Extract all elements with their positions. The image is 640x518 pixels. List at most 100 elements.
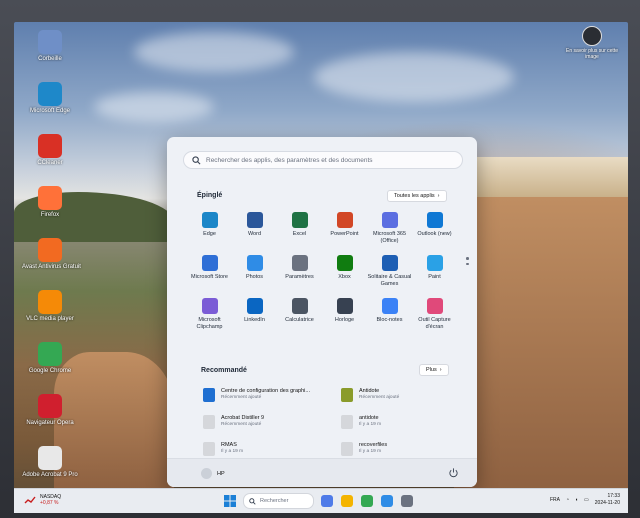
all-apps-button[interactable]: Toutes les applis › <box>387 190 447 202</box>
clock-date: 2024-11-20 <box>594 499 620 506</box>
pinned-app[interactable]: Solitaire & Casual Games <box>367 255 412 287</box>
settings-icon[interactable] <box>401 495 413 507</box>
chrome-icon[interactable] <box>361 495 373 507</box>
desktop-icon[interactable]: Firefox <box>22 186 78 219</box>
recommended-title: RMAS <box>221 442 237 448</box>
recommended-item[interactable]: RMAS Il y a 19 m <box>203 442 243 456</box>
pinned-app[interactable]: Word <box>232 212 277 244</box>
vlc-icon <box>38 290 62 314</box>
wallpaper-cloud <box>94 92 214 122</box>
pinned-app[interactable]: Paramètres <box>277 255 322 287</box>
settings-icon <box>291 255 308 271</box>
pinned-app[interactable]: Horloge <box>322 298 367 330</box>
file-icon <box>341 442 353 456</box>
pinned-app[interactable]: LinkedIn <box>232 298 277 330</box>
stock-change: +0,87 % <box>40 500 59 506</box>
wallpaper-cloud <box>134 32 294 72</box>
desktop-icon[interactable]: Google Chrome <box>22 342 78 375</box>
file-explorer-icon[interactable] <box>341 495 353 507</box>
chart-up-icon <box>24 496 36 504</box>
recommended-subtitle: Récemment ajouté <box>221 422 262 427</box>
volume-icon[interactable]: ◖ <box>575 497 578 503</box>
avast-icon <box>38 238 62 262</box>
taskbar-search[interactable]: Rechercher <box>243 493 314 509</box>
pinned-app[interactable]: Bloc-notes <box>367 298 412 330</box>
camera-icon <box>582 26 602 46</box>
start-button[interactable] <box>224 495 236 507</box>
pinned-app[interactable]: Edge <box>187 212 232 244</box>
desktop-icon-label: En savoir plus sur cette image <box>566 48 618 60</box>
recommended-item[interactable]: antidote Il y a 19 m <box>341 415 381 429</box>
recommended-item[interactable]: Antidote Récemment ajouté <box>341 388 399 402</box>
recommended-item[interactable]: Acrobat Distiller 9 Récemment ajouté <box>203 415 264 429</box>
wifi-icon[interactable]: ◔ <box>566 497 569 503</box>
opera-icon <box>38 394 62 418</box>
pinned-app-label: Microsoft Clipchamp <box>196 317 223 330</box>
more-button[interactable]: Plus › <box>419 364 449 376</box>
xbox-icon <box>336 255 353 271</box>
pinned-apps-grid: Edge Word Excel PowerPoint Microsoft 365 (Of… <box>187 212 457 330</box>
pinned-app[interactable]: Outlook (new) <box>412 212 457 244</box>
copilot-icon[interactable] <box>321 495 333 507</box>
language-indicator[interactable]: FRA <box>550 497 560 503</box>
photos-icon[interactable] <box>381 495 393 507</box>
pinned-app-label: Paint <box>428 274 441 280</box>
battery-icon[interactable]: ▭ <box>584 497 589 503</box>
pinned-app[interactable]: Calculatrice <box>277 298 322 330</box>
desktop-icon[interactable]: Adobe Acrobat 9 Pro <box>22 446 78 479</box>
clipchamp-icon <box>201 298 218 314</box>
desktop-icon[interactable]: Microsoft Edge <box>22 82 78 115</box>
clock-icon <box>336 298 353 314</box>
edge-icon <box>201 212 218 228</box>
desktop-icon[interactable]: VLC media player <box>22 290 78 323</box>
pinned-title: Épinglé <box>197 192 223 199</box>
desktop-icon-label: VLC media player <box>26 316 74 322</box>
pinned-app-label: Calculatrice <box>285 317 314 323</box>
desktop-icon[interactable]: Corbeille <box>22 30 78 63</box>
desktop-icon-label: Corbeille <box>38 56 62 62</box>
desktop-icon-image-info[interactable]: En savoir plus sur cette image <box>564 26 620 60</box>
pinned-app[interactable]: Paint <box>412 255 457 287</box>
solitaire-icon <box>381 255 398 271</box>
pinned-app[interactable]: Microsoft 365 (Office) <box>367 212 412 244</box>
linkedin-icon <box>246 298 263 314</box>
page-indicator <box>466 257 469 268</box>
chevron-right-icon: › <box>439 367 442 373</box>
pinned-app[interactable]: PowerPoint <box>322 212 367 244</box>
recommended-subtitle: Il y a 19 m <box>359 449 382 454</box>
firefox-icon <box>38 186 62 210</box>
pinned-app[interactable]: Microsoft Clipchamp <box>187 298 232 330</box>
desktop-icon[interactable]: CCleaner <box>22 134 78 167</box>
user-account-button[interactable]: HP <box>201 468 225 479</box>
pinned-app[interactable]: Excel <box>277 212 322 244</box>
pinned-app[interactable]: Microsoft Store <box>187 255 232 287</box>
graphics-center-icon <box>203 388 215 402</box>
pinned-app[interactable]: Xbox <box>322 255 367 287</box>
desktop-icon[interactable]: Navigateur Opera <box>22 394 78 427</box>
edge-icon <box>38 82 62 106</box>
start-search-box[interactable]: Rechercher des applis, des paramètres et… <box>183 151 463 169</box>
recommended-item[interactable]: recoverfiles Il y a 19 m <box>341 442 387 456</box>
search-icon <box>249 497 256 505</box>
pinned-app-label: Outlook (new) <box>417 231 452 237</box>
recycle-bin-icon <box>38 30 62 54</box>
power-icon[interactable] <box>448 467 459 478</box>
recommended-item[interactable]: Centre de configuration des graphi... Réc… <box>203 388 310 402</box>
pinned-app-label: Excel <box>292 231 307 237</box>
recommended-title: Centre de configuration des graphi... <box>221 388 310 394</box>
desktop-icon[interactable]: Avast Antivirus Gratuit <box>22 238 81 271</box>
file-icon <box>203 442 215 456</box>
search-placeholder: Rechercher des applis, des paramètres et… <box>206 156 373 164</box>
pinned-app[interactable]: Outil Capture d'écran <box>412 298 457 330</box>
recommended-subtitle: Il y a 19 m <box>359 422 382 427</box>
pinned-app[interactable]: Photos <box>232 255 277 287</box>
photos-icon <box>246 255 263 271</box>
search-icon <box>192 155 201 164</box>
desktop-icon-label: Firefox <box>40 212 60 218</box>
clock[interactable]: 17:33 2024-11-20 <box>595 493 620 506</box>
chrome-icon <box>38 342 62 366</box>
stock-widget[interactable]: NASDAQ +0,87 % <box>24 494 61 506</box>
acrobat-distiller-icon <box>203 415 215 429</box>
recommended-title: Antidote <box>359 388 380 394</box>
desktop-icon-label: CCleaner <box>37 160 63 166</box>
